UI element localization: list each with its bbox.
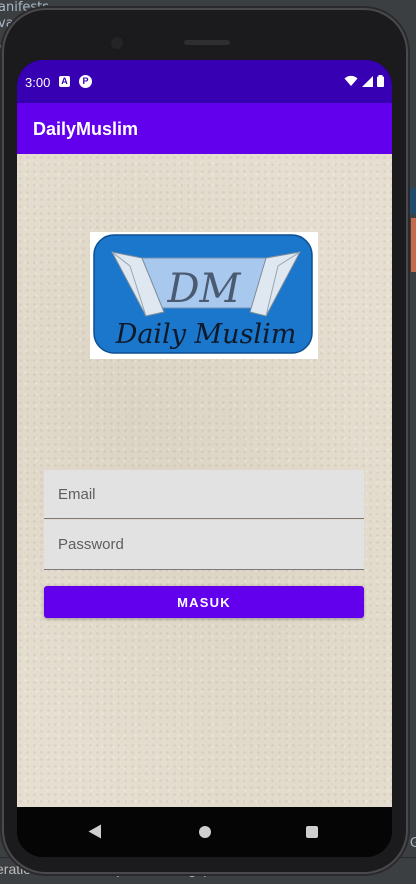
password-field[interactable] [44,520,364,570]
phone-screen: 3:00 A P DailyMuslim DM Daily Muslim Ema… [17,60,392,857]
wifi-icon [344,75,358,86]
system-nav-bar [17,807,392,857]
camera-icon [108,34,126,52]
pie-badge-icon: P [79,75,92,88]
ide-accent-strip [411,218,416,272]
ide-right-fragment: G [409,836,416,851]
phone-frame: 3:00 A P DailyMuslim DM Daily Muslim Ema… [4,10,406,872]
app-title: DailyMuslim [33,119,139,139]
login-content: DM Daily Muslim MASUK [17,154,392,807]
back-icon[interactable] [88,824,102,839]
status-right-icons [344,74,384,88]
signal-icon [362,75,373,87]
app-bar: DailyMuslim [17,103,392,154]
app-logo: DM Daily Muslim [90,232,318,359]
login-button[interactable]: MASUK [44,586,364,618]
battery-icon [377,75,384,87]
email-field[interactable] [44,470,364,519]
status-time: 3:00 [25,75,51,90]
status-bar: 3:00 A P [17,60,392,103]
android-a-icon: A [59,76,70,87]
logo-script: Daily Muslim [115,319,297,350]
speaker-grille [184,40,230,45]
home-icon[interactable] [199,826,211,838]
password-input[interactable] [44,520,364,569]
recents-icon[interactable] [306,826,318,838]
email-input[interactable] [44,470,364,518]
logo-monogram: DM [166,266,241,312]
ide-selection-strip [410,188,416,214]
daily-muslim-logo-icon: DM Daily Muslim [93,234,313,354]
